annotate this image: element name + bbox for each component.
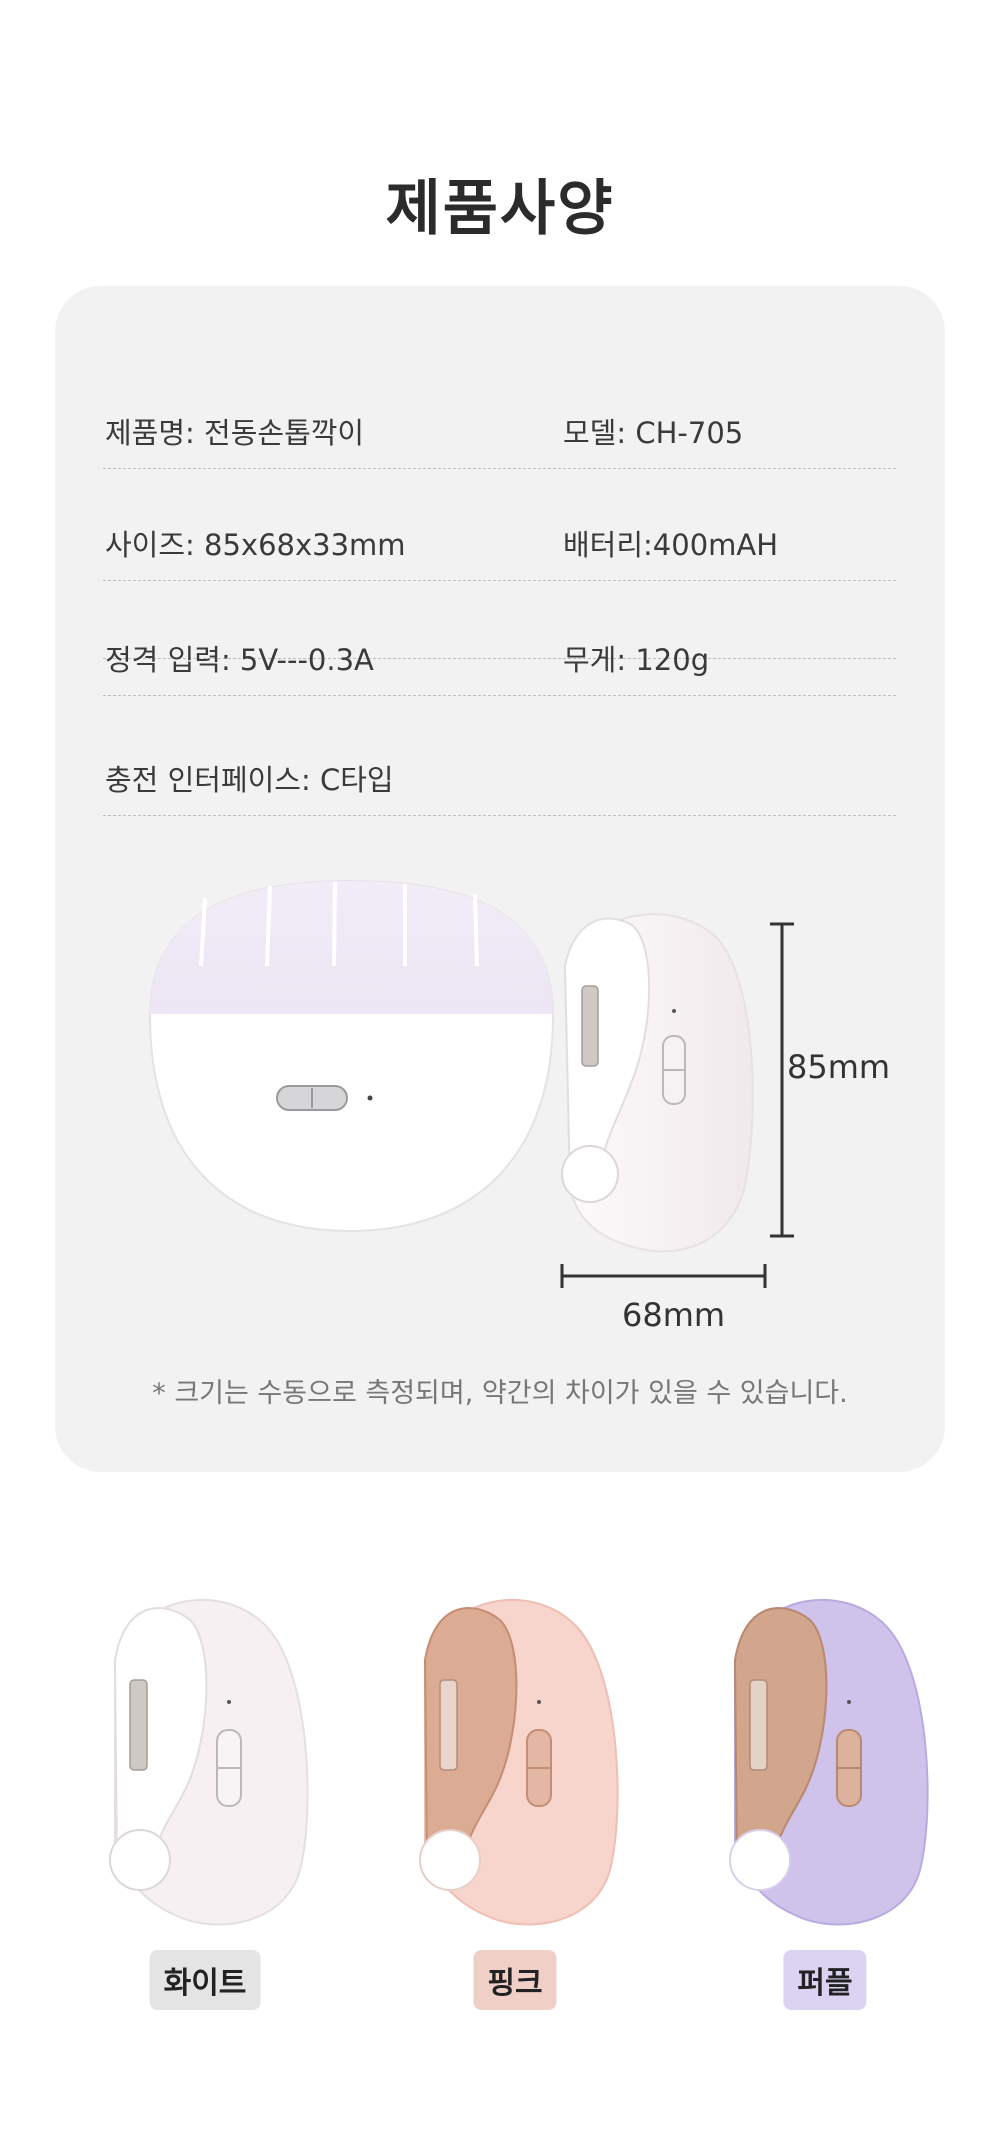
device-drawings bbox=[148, 879, 794, 1288]
color-options: 화이트 핑크 퍼플 bbox=[0, 1570, 1000, 2020]
width-label: 68mm bbox=[622, 1296, 726, 1334]
device-white-image bbox=[109, 1598, 309, 1926]
page-title: 제품사양 bbox=[385, 174, 615, 244]
device-side-view bbox=[561, 913, 754, 1253]
color-label-purple[interactable]: 퍼플 bbox=[783, 1950, 867, 2010]
color-label-pink[interactable]: 핑크 bbox=[473, 1950, 557, 2010]
height-label: 85mm bbox=[787, 1048, 891, 1086]
device-purple-image bbox=[729, 1598, 929, 1926]
color-option-white: 화이트 bbox=[85, 1570, 325, 2020]
color-label-white[interactable]: 화이트 bbox=[149, 1950, 261, 2010]
color-option-purple: 퍼플 bbox=[705, 1570, 945, 2020]
device-pink-image bbox=[419, 1598, 619, 1926]
color-option-pink: 핑크 bbox=[395, 1570, 635, 2020]
width-dimension-line bbox=[560, 1264, 767, 1288]
measurement-note: * 크기는 수동으로 측정되며, 약간의 차이가 있을 수 있습니다. bbox=[152, 1378, 848, 1409]
spec-card: 제품명: 전동손톱깍이 모델: CH-705 사이즈: 85x68x33mm 배… bbox=[55, 286, 945, 1472]
device-front-view bbox=[148, 879, 555, 1233]
product-dimension-illustration: 85mm 68mm bbox=[55, 286, 945, 1472]
